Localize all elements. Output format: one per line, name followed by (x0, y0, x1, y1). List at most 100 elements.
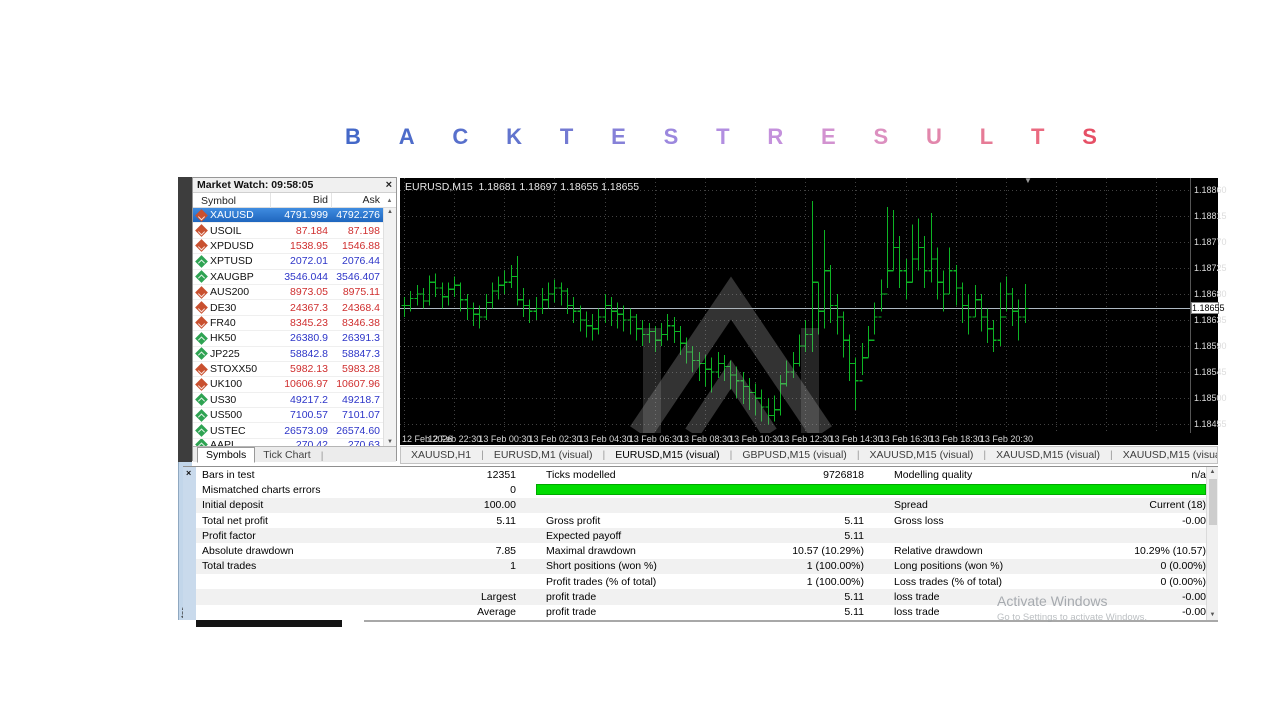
chart-tab[interactable]: XAUUSD,H1 (401, 449, 481, 461)
scrollbar-thumb[interactable] (1209, 479, 1217, 525)
price-axis-label: 1.18860 (1194, 184, 1227, 195)
scroll-up-icon[interactable]: ▲ (1207, 469, 1218, 475)
market-watch-row[interactable]: XAUUSD 4791.999 4792.276 (193, 208, 383, 224)
bid-value: 26380.9 (290, 332, 328, 345)
time-axis-label: 13 Feb 06:30 (628, 434, 682, 444)
chart-time-axis[interactable]: 12 Feb 2026 12 Feb 22:30 13 Feb 00:30 13 Fe… (400, 433, 1218, 445)
current-price-label: 1.18655 (1191, 302, 1225, 315)
market-watch-tab-tick-chart[interactable]: Tick Chart (255, 448, 318, 462)
stat-value: -0.00 (1182, 514, 1206, 527)
stat-value: 7.85 (495, 545, 516, 558)
market-watch-row[interactable]: STOXX50 5982.13 5983.28 (193, 361, 383, 378)
ask-value: 2076.44 (342, 255, 380, 268)
bid-value: 1538.95 (290, 239, 328, 252)
tester-row: Profit factor Expected payoff 5.11 (196, 528, 1206, 544)
scroll-up-icon[interactable]: ▲ (383, 198, 396, 204)
close-icon[interactable]: × (186, 469, 191, 478)
market-watch-row[interactable]: USOIL 87.184 87.198 (193, 223, 383, 239)
time-axis-label: 13 Feb 08:30 (678, 434, 732, 444)
tester-scrollbar[interactable]: ▲ ▼ (1206, 467, 1218, 620)
market-watch-row[interactable]: XPTUSD 2072.01 2076.44 (193, 254, 383, 270)
market-watch-scrollbar[interactable]: ▲ ▼ (383, 208, 396, 446)
scroll-down-icon[interactable]: ▼ (384, 439, 396, 445)
market-watch-row[interactable]: XAUGBP 3546.044 3546.407 (193, 269, 383, 285)
market-watch-row[interactable]: US500 7100.57 7101.07 (193, 408, 383, 424)
market-watch-panel: Market Watch: 09:58:05 × Symbol Bid Ask … (192, 177, 397, 463)
ask-value: 24368.4 (342, 301, 380, 314)
column-bid[interactable]: Bid (270, 193, 331, 208)
market-watch-title: Market Watch: 09:58:05 (197, 179, 314, 191)
chart-tab[interactable]: EURUSD,M1 (visual) (484, 449, 603, 461)
stat-value: 0 (0.00%) (1160, 560, 1206, 573)
market-watch-row[interactable]: USTEC 26573.09 26574.60 (193, 423, 383, 439)
tester-row: Profit trades (% of total) 1 (100.00%) Los… (196, 574, 1206, 590)
ask-value: 8975.11 (342, 286, 380, 299)
chart-tab[interactable]: XAUUSD,M15 (visual) (860, 449, 984, 461)
title-letter: R (767, 124, 784, 149)
market-watch-row[interactable]: XPDUSD 1538.95 1546.88 (193, 238, 383, 255)
tester-results-panel: × Bars in test 12351 Ticks modelled 9726818… (183, 466, 1218, 620)
symbol-name: JP225 (210, 347, 240, 360)
market-watch-row[interactable]: FR40 8345.23 8346.38 (193, 315, 383, 332)
market-watch-row[interactable]: AAPL 270.42 270.63 (193, 438, 383, 446)
close-icon[interactable]: × (386, 180, 392, 191)
bid-value: 87.184 (295, 224, 328, 237)
stat-value: Current (18) (1149, 499, 1206, 512)
stat-label: loss trade (894, 591, 940, 604)
ask-value: 7101.07 (342, 409, 380, 422)
market-watch-row[interactable]: AUS200 8973.05 8975.11 (193, 284, 383, 301)
price-down-icon (195, 285, 208, 299)
chart-plot[interactable]: EURUSD,M15 1.18681 1.18697 1.18655 1.186… (400, 178, 1190, 433)
price-down-icon (195, 316, 208, 330)
market-watch-row[interactable]: US30 49217.2 49218.7 (193, 392, 383, 409)
stat-label: loss trade (894, 606, 940, 619)
left-edge-dark (178, 177, 192, 462)
column-symbol[interactable]: Symbol (193, 195, 270, 207)
stat-value: -0.00 (1182, 591, 1206, 604)
chart-shift-marker-icon[interactable]: ▼ (1024, 178, 1032, 185)
market-watch-row[interactable]: UK100 10606.97 10607.96 (193, 377, 383, 393)
time-axis-label: 13 Feb 14:30 (829, 434, 883, 444)
price-down-icon (195, 301, 208, 314)
tester-row: Total net profit 5.11 Gross profit 5.11 Gros… (196, 512, 1206, 529)
price-down-icon (195, 378, 208, 391)
chart-tab[interactable]: EURUSD,M15 (visual) (605, 449, 729, 461)
price-axis-label: 1.18725 (1194, 262, 1227, 273)
time-axis-label: 13 Feb 10:30 (729, 434, 783, 444)
market-watch-row[interactable]: DE30 24367.3 24368.4 (193, 300, 383, 316)
tester-row: Total trades 1 Short positions (won %) 1 (1… (196, 558, 1206, 575)
price-down-icon (195, 208, 208, 222)
ask-value: 5983.28 (342, 363, 380, 376)
ask-value: 26574.60 (336, 424, 380, 437)
stat-value: 12351 (486, 468, 516, 481)
market-watch-row[interactable]: JP225 58842.8 58847.3 (193, 346, 383, 362)
stat-label: Modelling quality (894, 468, 973, 481)
price-down-icon (195, 362, 208, 376)
chart-tab[interactable]: GBPUSD,M15 (visual) (732, 449, 856, 461)
tab-separator: | (320, 450, 324, 462)
ask-value: 270.63 (347, 438, 380, 446)
tester-gutter: × (183, 467, 196, 620)
bid-value: 10606.97 (284, 378, 328, 391)
bid-value: 24367.3 (290, 301, 328, 314)
column-ask[interactable]: Ask (331, 193, 383, 208)
title-letter: L (979, 124, 994, 149)
stat-label: Profit trades (% of total) (546, 575, 657, 588)
chart-price-axis[interactable]: 1.18860 1.18815 1.18770 1.18725 1.18680 1.186… (1190, 178, 1227, 433)
scroll-down-icon[interactable]: ▼ (1207, 612, 1218, 618)
ask-value: 1546.88 (342, 239, 380, 252)
bid-value: 5982.13 (290, 363, 328, 376)
stat-label: Short positions (won %) (546, 560, 657, 573)
price-axis-label: 1.18545 (1194, 367, 1227, 378)
scroll-up-icon[interactable]: ▲ (384, 209, 396, 215)
chart-tab[interactable]: XAUUSD,M15 (visual) (986, 449, 1110, 461)
stat-label: Expected payoff (546, 529, 622, 542)
stat-label: Gross loss (894, 514, 944, 527)
price-up-icon (195, 270, 208, 284)
tester-rows: Bars in test 12351 Ticks modelled 9726818 Mo… (196, 467, 1206, 620)
market-watch-tab-symbols[interactable]: Symbols (197, 447, 256, 463)
chart-tab[interactable]: XAUUSD,M15 (visual) (1113, 449, 1217, 461)
market-watch-row[interactable]: HK50 26380.9 26391.3 (193, 331, 383, 347)
stat-value: Largest (480, 591, 516, 604)
symbol-name: AAPL (210, 438, 237, 446)
